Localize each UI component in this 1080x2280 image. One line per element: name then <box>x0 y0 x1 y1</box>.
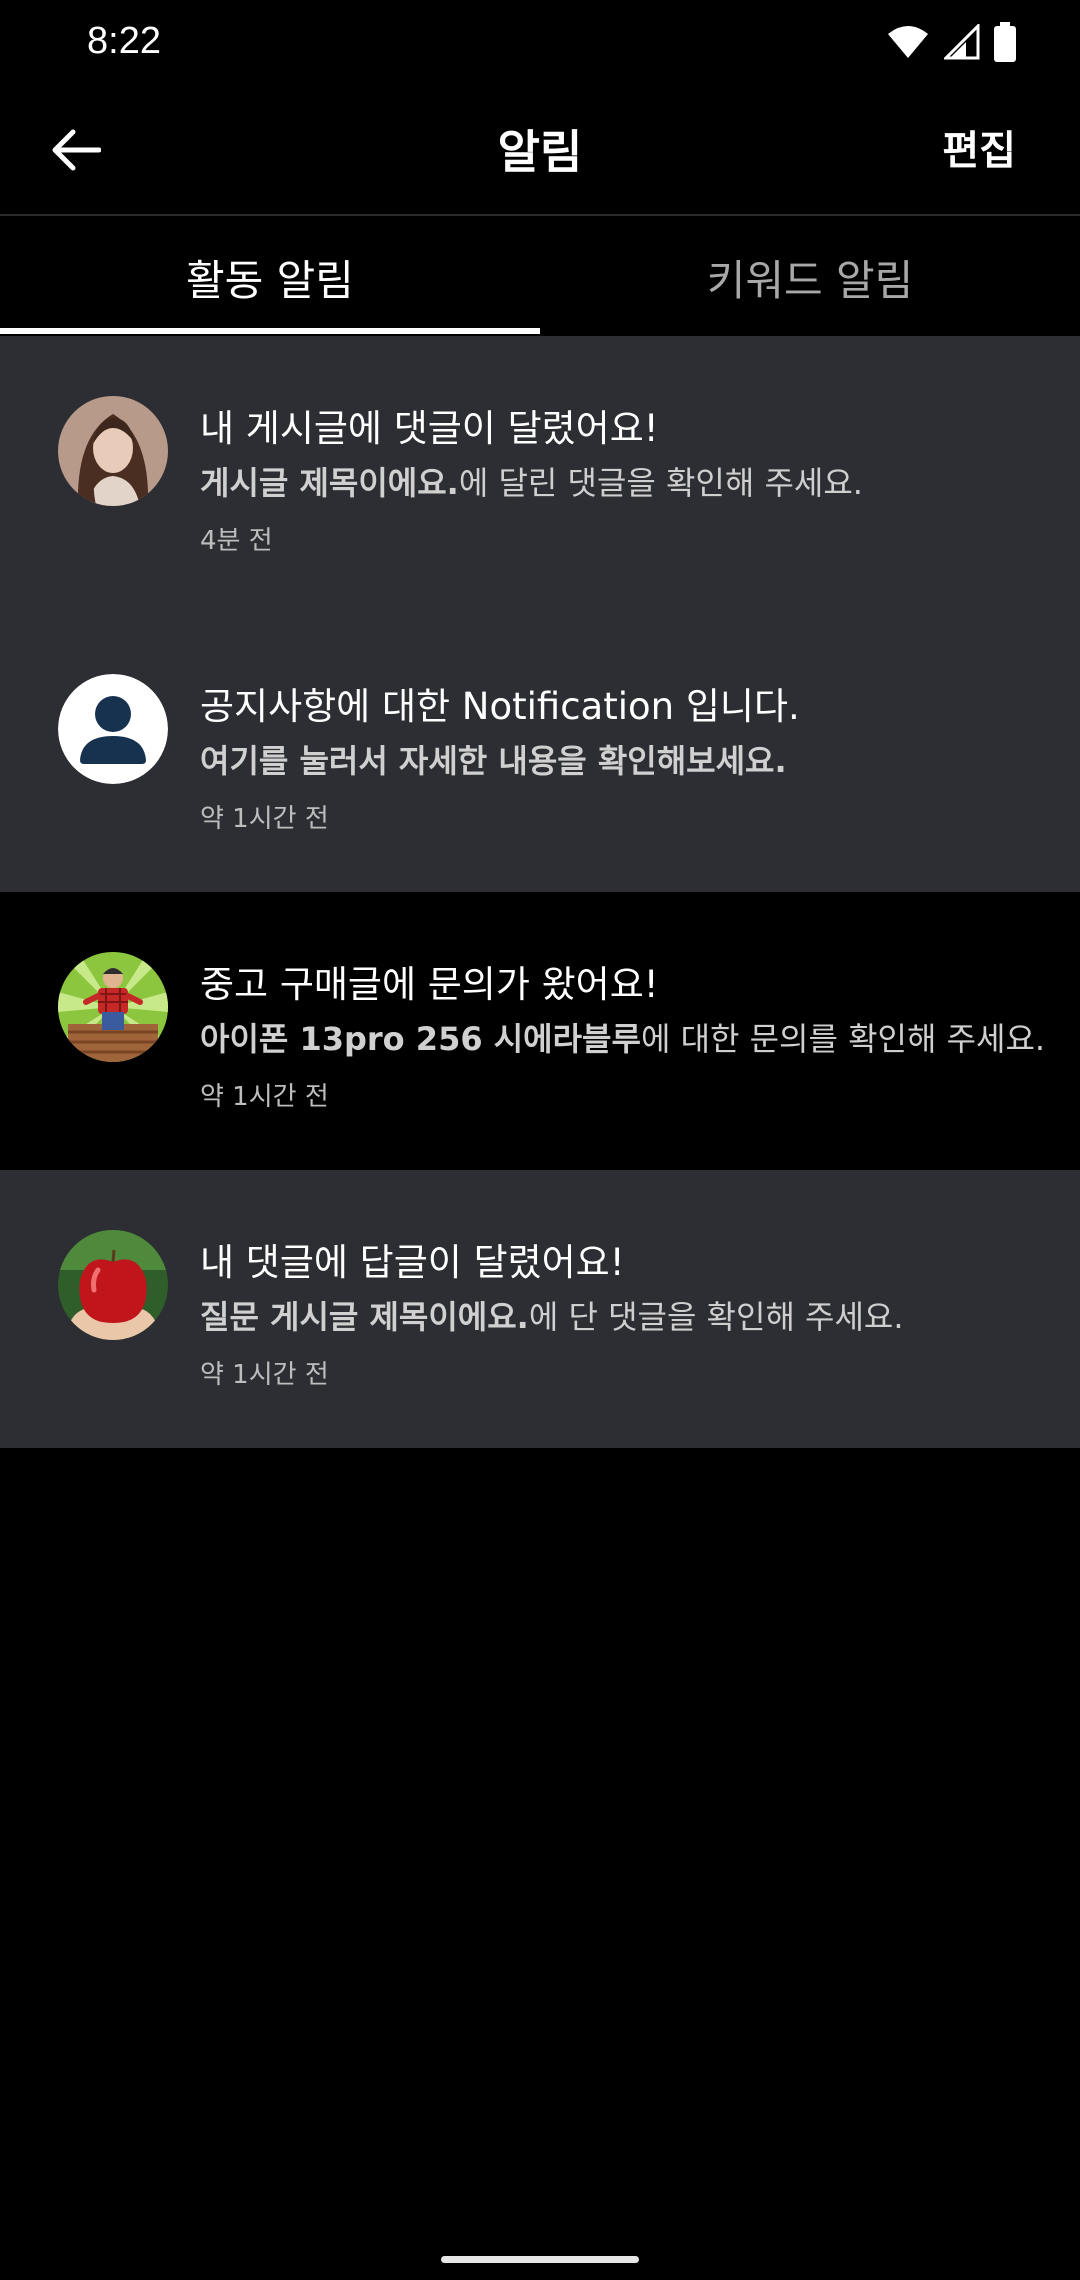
notification-title: 중고 구매글에 문의가 왔어요! <box>200 963 659 1006</box>
notification-body-highlight: 게시글 제목이에요. <box>200 464 459 502</box>
notification-time: 약 1시간 전 <box>200 1360 329 1390</box>
status-icons <box>886 22 1016 62</box>
edit-button[interactable]: 편집 <box>942 118 1016 176</box>
notification-body-text: 에 단 댓글을 확인해 주세요. <box>528 1298 904 1336</box>
wifi-icon <box>886 24 930 60</box>
notification-time: 약 1시간 전 <box>200 1082 329 1112</box>
notification-time: 약 1시간 전 <box>200 804 329 834</box>
notification-item[interactable]: 내 댓글에 답글이 달렸어요! 질문 게시글 제목이에요.에 단 댓글을 확인해… <box>0 1170 1080 1448</box>
page-title: 알림 <box>497 125 583 179</box>
notification-body-highlight: 질문 게시글 제목이에요. <box>200 1298 529 1336</box>
notification-title: 내 댓글에 답글이 달렸어요! <box>200 1241 625 1284</box>
cellular-signal-icon <box>944 24 980 60</box>
avatar-lumberjack-illustration <box>58 952 168 1062</box>
notification-body-text: 에 대한 문의를 확인해 주세요. <box>640 1020 1046 1058</box>
gesture-navigation-handle[interactable] <box>441 2256 639 2263</box>
notification-body: 게시글 제목이에요.에 달린 댓글을 확인해 주세요. <box>200 458 863 504</box>
avatar-apple-photo <box>58 1230 168 1340</box>
notification-title: 공지사항에 대한 Notification 입니다. <box>200 685 800 728</box>
status-bar: 8:22 <box>0 0 1080 86</box>
notification-item[interactable]: 중고 구매글에 문의가 왔어요! 아이폰 13pro 256 시에라블루에 대한… <box>0 892 1080 1170</box>
default-user-icon <box>58 674 168 784</box>
notification-title: 내 게시글에 댓글이 달렸어요! <box>200 407 659 450</box>
notification-item[interactable]: 내 게시글에 댓글이 달렸어요! 게시글 제목이에요.에 달린 댓글을 확인해 … <box>0 336 1080 614</box>
notification-list: 내 게시글에 댓글이 달렸어요! 게시글 제목이에요.에 달린 댓글을 확인해 … <box>0 336 1080 1448</box>
battery-icon <box>994 22 1016 62</box>
avatar-woman-photo <box>58 396 168 506</box>
tab-keyword-notifications[interactable]: 키워드 알림 <box>540 218 1080 336</box>
notification-body: 질문 게시글 제목이에요.에 단 댓글을 확인해 주세요. <box>200 1292 904 1338</box>
notifications-screen: 8:22 알림 편집 활동 알림 키워드 알림 내 게시글에 댓글이 달렸어요!… <box>0 0 1080 2280</box>
notification-body-highlight: 여기를 눌러서 자세한 내용을 확인해보세요. <box>200 742 787 780</box>
tab-bar: 활동 알림 키워드 알림 <box>0 218 1080 336</box>
status-time: 8:22 <box>87 20 161 62</box>
app-bar: 알림 편집 <box>0 86 1080 216</box>
active-tab-indicator <box>0 328 540 334</box>
notification-item[interactable]: 공지사항에 대한 Notification 입니다. 여기를 눌러서 자세한 내… <box>0 614 1080 892</box>
notification-time: 4분 전 <box>200 526 273 556</box>
notification-body-highlight: 아이폰 13pro 256 시에라블루 <box>200 1020 641 1058</box>
notification-body: 아이폰 13pro 256 시에라블루에 대한 문의를 확인해 주세요. <box>200 1014 1045 1060</box>
notification-body-text: 에 달린 댓글을 확인해 주세요. <box>458 464 863 502</box>
tab-activity-notifications[interactable]: 활동 알림 <box>0 218 540 336</box>
notification-body: 여기를 눌러서 자세한 내용을 확인해보세요. <box>200 736 787 782</box>
